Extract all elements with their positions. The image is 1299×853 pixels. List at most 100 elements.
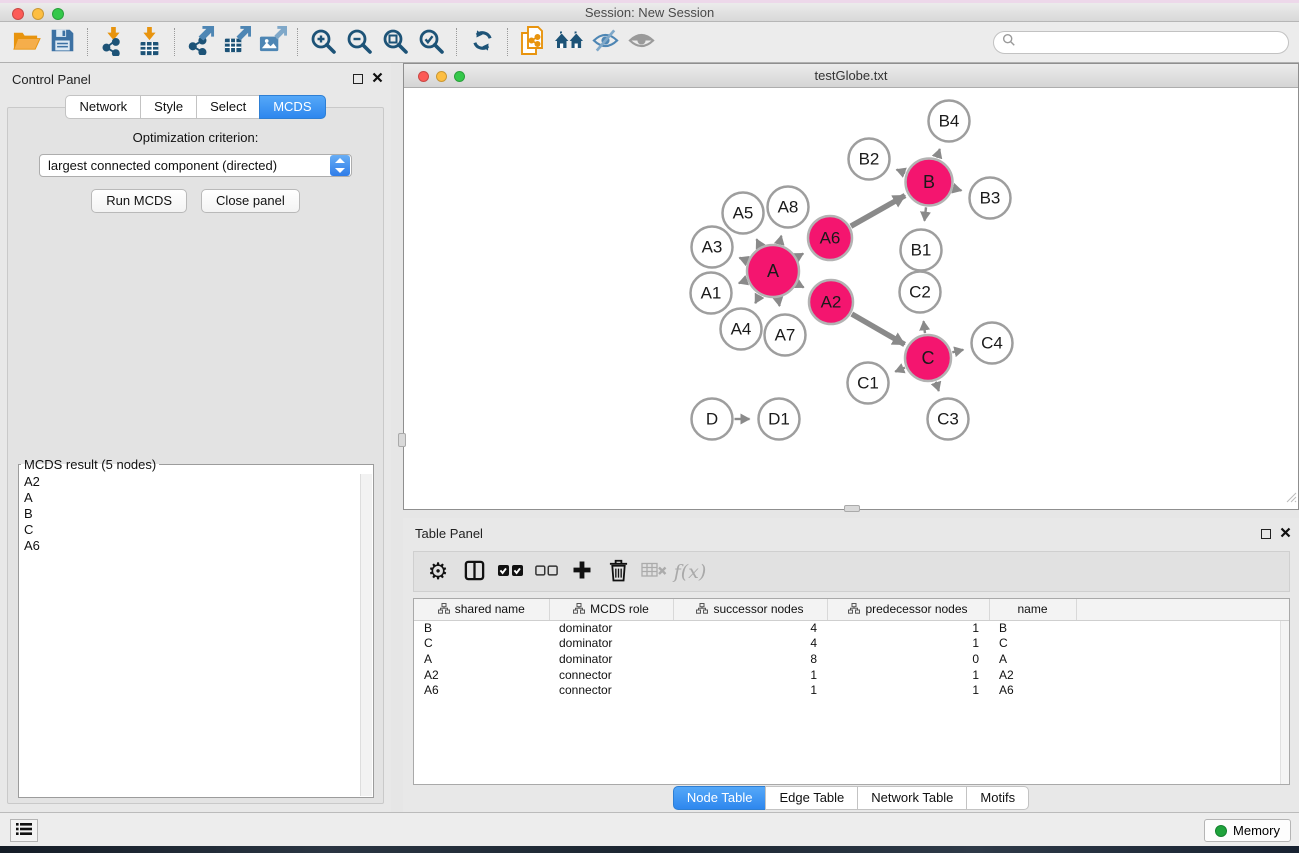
zoom-out-button[interactable] [341, 24, 377, 60]
table-row[interactable]: Cdominator41C [414, 636, 1289, 652]
table-cell[interactable]: 1 [827, 620, 989, 636]
node-A3[interactable]: A3 [692, 227, 733, 268]
search-field[interactable] [993, 31, 1289, 54]
column-header-mcds-role[interactable]: MCDS role [549, 599, 673, 620]
table-cell[interactable]: connector [549, 682, 673, 698]
run-mcds-button[interactable]: Run MCDS [91, 189, 187, 213]
edge-C-C2[interactable] [924, 321, 925, 333]
mcds-result-list[interactable]: A2ABCA6 [20, 474, 359, 796]
table-tab-node-table[interactable]: Node Table [673, 786, 767, 810]
mcds-result-item[interactable]: A2 [20, 474, 359, 490]
network-window-titlebar[interactable]: testGlobe.txt [404, 64, 1298, 88]
node-A2[interactable]: A2 [809, 280, 853, 324]
table-cell[interactable]: 4 [673, 636, 827, 652]
table-cell[interactable]: 1 [673, 667, 827, 683]
node-A8[interactable]: A8 [768, 187, 809, 228]
tab-network[interactable]: Network [65, 95, 141, 119]
node-C4[interactable]: C4 [972, 323, 1013, 364]
table-cell[interactable]: 8 [673, 651, 827, 667]
node-B3[interactable]: B3 [970, 178, 1011, 219]
node-C[interactable]: C [905, 335, 951, 381]
node-C2[interactable]: C2 [900, 272, 941, 313]
node-C3[interactable]: C3 [928, 399, 969, 440]
node-A7[interactable]: A7 [765, 315, 806, 356]
node-B1[interactable]: B1 [901, 230, 942, 271]
show-columns-button[interactable] [458, 555, 490, 589]
table-cell[interactable]: B [989, 620, 1076, 636]
table-cell[interactable]: A6 [989, 682, 1076, 698]
float-panel-icon[interactable] [353, 74, 363, 84]
delete-columns-button[interactable] [602, 555, 634, 589]
edge-A-A1[interactable] [739, 280, 747, 283]
edge-B-B2[interactable] [897, 170, 906, 173]
mcds-result-item[interactable]: B [20, 506, 359, 522]
mcds-result-item[interactable]: A6 [20, 538, 359, 554]
unselect-all-columns-button[interactable] [530, 555, 562, 589]
hide-graphics-details-button[interactable] [587, 24, 623, 60]
node-B4[interactable]: B4 [929, 101, 970, 142]
network-horizontal-scrollbar[interactable] [844, 505, 860, 512]
search-input[interactable] [1020, 35, 1280, 49]
tab-select[interactable]: Select [196, 95, 260, 119]
tab-style[interactable]: Style [140, 95, 197, 119]
table-cell[interactable]: 1 [827, 636, 989, 652]
task-history-button[interactable] [10, 819, 38, 842]
node-A1[interactable]: A1 [691, 273, 732, 314]
tab-mcds[interactable]: MCDS [259, 95, 325, 119]
close-panel-icon[interactable] [372, 70, 383, 88]
edge-A-A5[interactable] [757, 239, 761, 246]
table-cell[interactable]: A [989, 651, 1076, 667]
edge-A-A7[interactable] [778, 299, 779, 306]
float-table-panel-icon[interactable] [1261, 529, 1271, 539]
zoom-fit-button[interactable] [377, 24, 413, 60]
table-cell[interactable]: dominator [549, 651, 673, 667]
table-cell[interactable]: C [414, 636, 549, 652]
table-tab-motifs[interactable]: Motifs [966, 786, 1029, 810]
column-header-successor-nodes[interactable]: successor nodes [673, 599, 827, 620]
table-cell[interactable]: 1 [827, 682, 989, 698]
show-graphics-details-button[interactable] [623, 24, 659, 60]
table-cell[interactable]: A6 [414, 682, 549, 698]
table-cell[interactable]: A2 [414, 667, 549, 683]
table-cell[interactable]: 1 [827, 667, 989, 683]
edge-A6-B[interactable] [851, 196, 905, 227]
export-network-button[interactable] [182, 24, 218, 60]
edge-A-A6[interactable] [797, 254, 803, 257]
table-row[interactable]: A2connector11A2 [414, 667, 1289, 683]
network-from-selection-button[interactable] [515, 24, 551, 60]
node-A6[interactable]: A6 [808, 216, 852, 260]
mcds-result-item[interactable]: A [20, 490, 359, 506]
table-tab-network-table[interactable]: Network Table [857, 786, 967, 810]
edge-A-A2[interactable] [798, 284, 804, 287]
zoom-in-button[interactable] [305, 24, 341, 60]
close-table-panel-icon[interactable] [1280, 525, 1291, 543]
network-canvas[interactable]: AA1A2A3A4A5A6A7A8BB1B2B3B4CC1C2C3C4DD1 [404, 89, 1298, 509]
table-cell[interactable]: B [414, 620, 549, 636]
node-B[interactable]: B [906, 159, 953, 206]
table-cell[interactable]: C [989, 636, 1076, 652]
edge-B-B1[interactable] [924, 207, 926, 220]
import-table-button[interactable] [131, 24, 167, 60]
node-D[interactable]: D [692, 399, 733, 440]
add-column-button[interactable] [566, 555, 598, 589]
resize-grip-icon[interactable] [1286, 490, 1297, 508]
table-row[interactable]: Adominator80A [414, 651, 1289, 667]
table-cell[interactable]: dominator [549, 620, 673, 636]
export-image-button[interactable] [254, 24, 290, 60]
column-header-name[interactable]: name [989, 599, 1076, 620]
edge-C-C3[interactable] [936, 382, 939, 391]
table-cell[interactable]: dominator [549, 636, 673, 652]
table-cell[interactable]: A [414, 651, 549, 667]
node-B2[interactable]: B2 [849, 139, 890, 180]
table-cell[interactable]: 1 [673, 682, 827, 698]
table-cell[interactable]: 0 [827, 651, 989, 667]
node-D1[interactable]: D1 [759, 399, 800, 440]
node-A5[interactable]: A5 [723, 193, 764, 234]
edge-B-B3[interactable] [954, 188, 962, 190]
edge-A2-C[interactable] [852, 314, 905, 345]
node-C1[interactable]: C1 [848, 363, 889, 404]
mcds-result-item[interactable]: C [20, 522, 359, 538]
save-session-button[interactable] [44, 24, 80, 60]
zoom-selected-button[interactable] [413, 24, 449, 60]
edge-B-B4[interactable] [937, 149, 940, 158]
